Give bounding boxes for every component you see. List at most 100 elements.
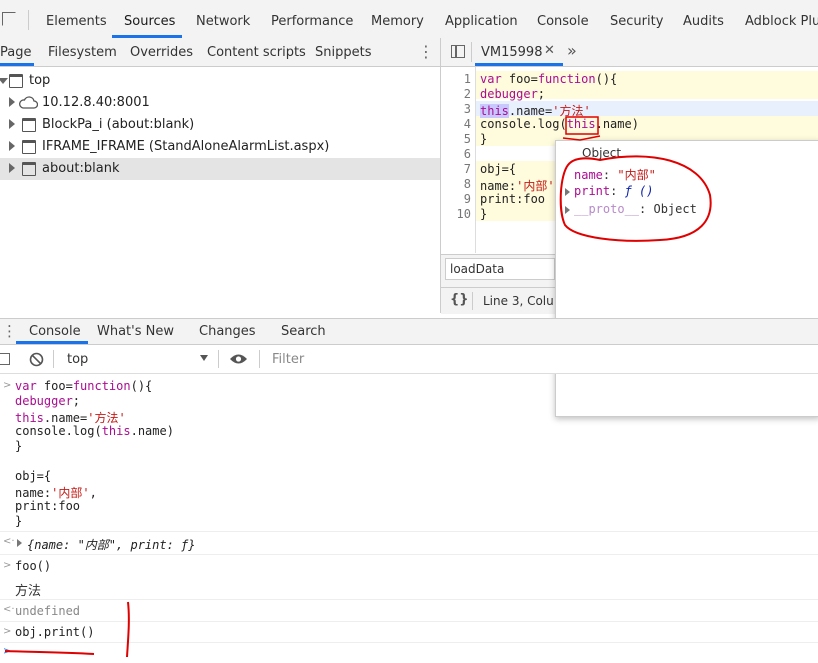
drawer-menu-icon[interactable]: ⋮	[2, 322, 17, 340]
result-value: undefined	[15, 604, 81, 618]
console-prompt-row[interactable]: >	[0, 642, 818, 663]
drawer-tab-changes[interactable]: Changes	[199, 324, 256, 339]
code-line-10: }	[480, 207, 488, 221]
console-input-line: debugger;	[15, 394, 81, 408]
console-input-row: > obj.print()	[0, 621, 818, 642]
expand-arrow-icon[interactable]	[9, 163, 15, 173]
property-proto[interactable]: __proto__: Object	[574, 202, 697, 216]
expand-arrow-icon[interactable]	[9, 119, 15, 129]
toggle-navigator-icon[interactable]	[451, 45, 465, 58]
eye-icon[interactable]	[229, 353, 248, 365]
expand-arrow-icon[interactable]	[17, 539, 22, 547]
toolbar-divider	[259, 350, 260, 368]
tab-adblock-plus[interactable]: Adblock Plus	[745, 14, 818, 29]
input-prompt-icon: >	[3, 560, 12, 571]
line-number[interactable]: 4	[441, 117, 471, 131]
line-number[interactable]: 6	[441, 147, 471, 161]
tab-console[interactable]: Console	[537, 14, 589, 29]
console-log-output: 方法	[15, 584, 42, 599]
active-nav-indicator	[0, 63, 34, 66]
active-file-indicator	[475, 63, 563, 66]
tab-performance[interactable]: Performance	[271, 14, 353, 29]
drawer-tab-whats-new[interactable]: What's New	[97, 324, 174, 339]
tree-item-iframe[interactable]: IFRAME_IFRAME (StandAloneAlarmList.aspx)	[0, 136, 440, 158]
console-input-line: var foo=function(){	[15, 379, 153, 393]
tree-item-label: about:blank	[42, 161, 120, 176]
popover-title: Object	[582, 146, 622, 160]
line-number[interactable]: 7	[441, 162, 471, 176]
editor-search-input[interactable]: loadData	[445, 258, 555, 280]
expand-arrow-icon[interactable]	[9, 97, 15, 107]
sources-navigator-tabbar: Page Filesystem Overrides Content script…	[0, 38, 440, 67]
property-print[interactable]: print: ƒ ()	[574, 184, 653, 198]
drawer-tabbar: ⋮ Console What's New Changes Search	[0, 318, 818, 345]
active-drawer-indicator	[16, 341, 88, 344]
more-options-icon[interactable]: ⋮	[418, 42, 434, 61]
tab-sources[interactable]: Sources	[124, 14, 175, 29]
nav-tab-overrides[interactable]: Overrides	[130, 45, 193, 60]
clear-console-icon[interactable]	[29, 352, 44, 367]
drawer-tab-console[interactable]: Console	[29, 324, 81, 339]
tab-elements[interactable]: Elements	[46, 14, 107, 29]
frame-icon	[9, 74, 23, 88]
pretty-print-icon[interactable]: {}	[450, 292, 469, 307]
result-prompt-icon: <·	[3, 604, 15, 615]
frame-icon	[22, 140, 36, 154]
line-number[interactable]: 9	[441, 192, 471, 206]
line-number[interactable]: 3	[441, 102, 471, 116]
tree-item-blockpa[interactable]: BlockPa_i (about:blank)	[0, 114, 440, 136]
editor-file-tab[interactable]: VM15998	[481, 45, 542, 60]
line-number[interactable]: 2	[441, 87, 471, 101]
close-tab-icon[interactable]: ✕	[544, 43, 555, 58]
property-key: print	[574, 184, 611, 198]
line-number[interactable]: 10	[441, 207, 471, 221]
line-number[interactable]: 8	[441, 177, 471, 191]
nav-tab-content-scripts[interactable]: Content scripts	[207, 45, 306, 60]
console-input-line: console.log(this.name)	[15, 424, 174, 438]
context-selector[interactable]: top	[67, 352, 88, 367]
code-line-1: var foo=function(){	[480, 72, 618, 86]
tab-memory[interactable]: Memory	[371, 14, 424, 29]
nav-tab-page[interactable]: Page	[0, 45, 31, 60]
expand-arrow-icon[interactable]	[0, 78, 8, 84]
console-input-line: }	[15, 439, 23, 453]
tab-audits[interactable]: Audits	[683, 14, 724, 29]
drawer-tab-search[interactable]: Search	[281, 324, 326, 339]
tab-security[interactable]: Security	[610, 14, 663, 29]
status-divider	[472, 292, 473, 310]
more-tabs-icon[interactable]: »	[567, 41, 577, 60]
console-toolbar: top Filter	[0, 345, 818, 374]
nav-tab-snippets[interactable]: Snippets	[315, 45, 371, 60]
input-prompt-icon: >	[3, 380, 12, 391]
code-line-2: debugger;	[480, 87, 546, 101]
inspect-element-icon[interactable]	[2, 12, 16, 26]
devtools-main-tabbar: Elements Sources Network Performance Mem…	[0, 0, 818, 39]
dropdown-arrow-icon[interactable]	[200, 355, 208, 361]
property-value: Object	[653, 202, 697, 216]
object-summary: {name: "内部", print: ƒ}	[27, 538, 196, 552]
expand-arrow-icon[interactable]	[565, 206, 570, 214]
line-number[interactable]: 1	[441, 72, 471, 86]
tab-network[interactable]: Network	[196, 14, 250, 29]
line-gutter: 1 2 3 4 5 6 7 8 9 10	[441, 67, 476, 253]
console-command: foo()	[15, 559, 52, 573]
expand-arrow-icon[interactable]	[565, 188, 570, 196]
tree-item-label: top	[29, 73, 51, 88]
tab-application[interactable]: Application	[445, 14, 518, 29]
code-line-7: obj={	[480, 162, 517, 176]
input-prompt-icon: >	[3, 626, 12, 637]
tree-item-about-blank[interactable]: about:blank	[0, 158, 440, 180]
console-filter-input[interactable]: Filter	[272, 352, 304, 367]
tree-item-top[interactable]: top	[0, 70, 440, 92]
expand-arrow-icon[interactable]	[9, 141, 15, 151]
property-value: ƒ ()	[624, 184, 654, 198]
sidebar-toggle-icon[interactable]	[0, 353, 10, 365]
line-number[interactable]: 5	[441, 132, 471, 146]
tree-item-origin[interactable]: 10.12.8.40:8001	[0, 92, 440, 114]
property-key: __proto__	[574, 202, 640, 216]
toolbar-divider	[53, 350, 54, 368]
console-result-row[interactable]: <· {name: "内部", print: ƒ}	[0, 531, 818, 554]
toggle-navigator-bar	[455, 46, 457, 58]
page-tree: top 10.12.8.40:8001 BlockPa_i (about:bla…	[0, 67, 440, 312]
nav-tab-filesystem[interactable]: Filesystem	[48, 45, 117, 60]
